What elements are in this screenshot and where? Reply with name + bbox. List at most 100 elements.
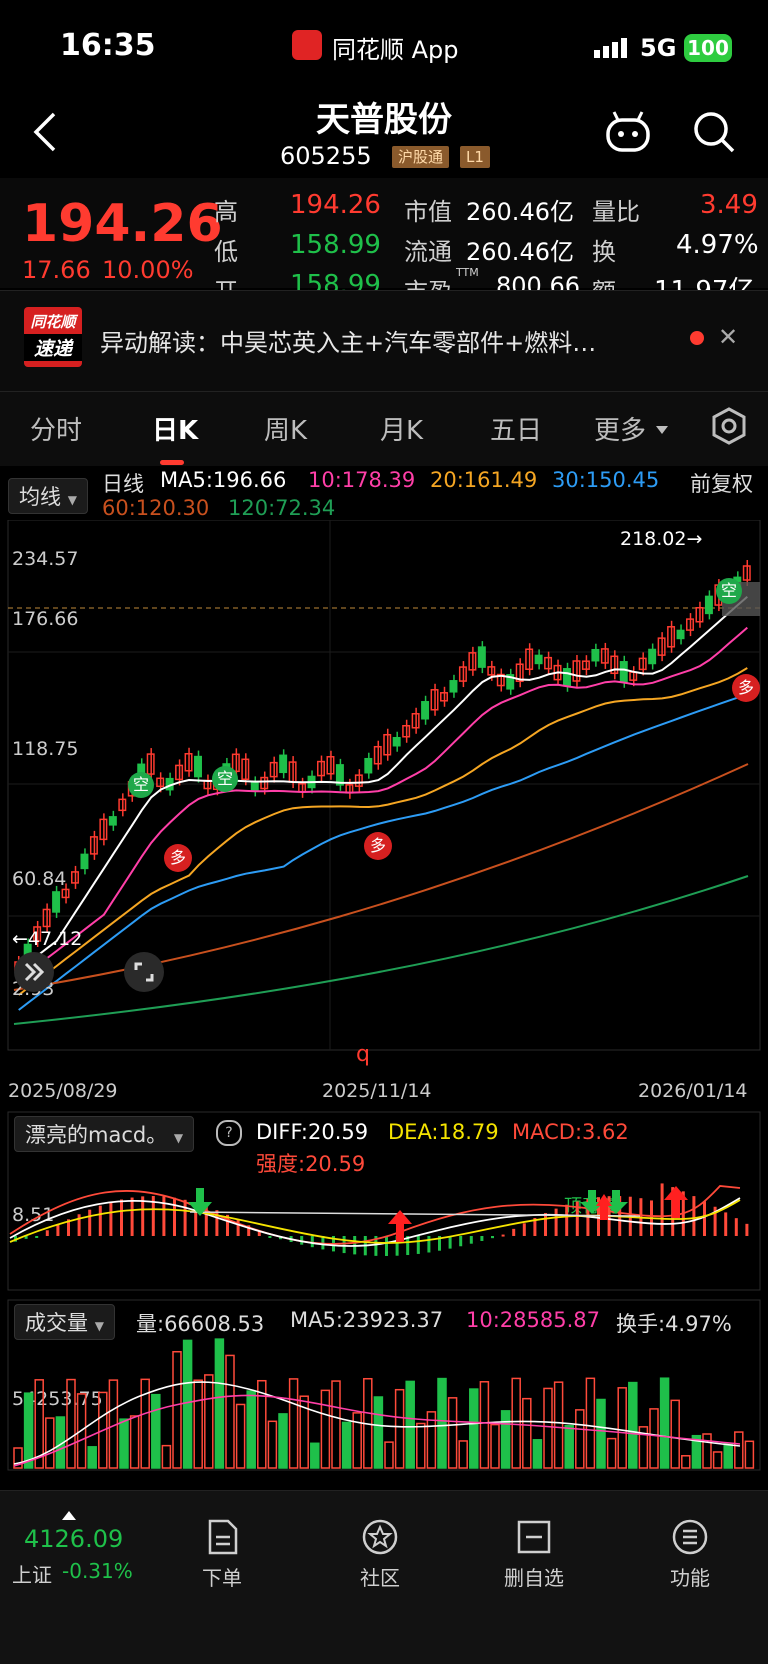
signal-long-2[interactable]: 多	[364, 832, 392, 860]
macd-bar	[703, 1201, 706, 1236]
macd-bar	[745, 1223, 749, 1236]
candle	[80, 853, 89, 870]
macd-bar	[385, 1236, 388, 1256]
macd-bar	[448, 1236, 452, 1249]
macd-bar	[469, 1236, 473, 1244]
quote-panel: 194.26 17.66 10.00% 高 194.26 低 158.99 开 …	[0, 178, 768, 306]
index-pct[interactable]: -0.31%	[62, 1559, 133, 1583]
stock-header: 天普股份 605255 沪股通 L1	[0, 92, 768, 176]
network-label: 5G	[640, 34, 677, 62]
candle	[563, 668, 571, 687]
volume-bar	[511, 1377, 521, 1469]
tab-five-day[interactable]: 五日	[490, 410, 542, 447]
nav-community[interactable]: 社区	[330, 1517, 430, 1591]
volume-chart[interactable]	[0, 1296, 768, 1476]
low-value: 158.99	[290, 230, 381, 260]
close-icon[interactable]: ✕	[718, 323, 738, 351]
macd-bar	[109, 1202, 113, 1236]
macd-chart[interactable]	[0, 1108, 768, 1296]
signal-short-1[interactable]: 空	[128, 772, 154, 798]
news-text[interactable]: 异动解读：中昊芯英入主+汽车零部件+燃料…	[100, 323, 596, 358]
tab-more[interactable]: 更多	[594, 410, 646, 447]
period-tabs: 分时 日K 周K 月K 五日 更多	[0, 392, 768, 466]
macd-bar	[565, 1204, 569, 1236]
macd-bar	[692, 1196, 696, 1236]
volume-bar	[606, 1437, 617, 1469]
volume-bar	[712, 1451, 723, 1469]
volume-bar	[479, 1381, 490, 1469]
candle	[534, 654, 543, 665]
volume-bar	[744, 1440, 755, 1469]
tab-weekly-k[interactable]: 周K	[264, 410, 307, 447]
tab-daily-k[interactable]: 日K	[152, 410, 198, 447]
nav-order[interactable]: 下单	[172, 1517, 272, 1591]
q-marker[interactable]: q	[356, 1042, 370, 1067]
signal-short-2[interactable]: 空	[212, 766, 238, 792]
signal-short-3[interactable]: 空	[716, 578, 742, 604]
ma120-line	[13, 875, 749, 1025]
candle	[364, 757, 373, 774]
float-value: 260.46亿	[466, 238, 574, 266]
macd-bar	[268, 1236, 272, 1238]
macd-bar	[120, 1199, 123, 1236]
index-value[interactable]: 4126.09	[24, 1525, 123, 1553]
macd-bar	[88, 1209, 92, 1236]
bottom-bar: 4126.09 上证 -0.31% 下单 社区 删自选 功能	[0, 1490, 768, 1664]
volume-bar	[320, 1389, 331, 1469]
candle	[392, 736, 401, 747]
macd-bar	[56, 1224, 60, 1236]
search-icon[interactable]	[692, 110, 736, 158]
volume-bar	[469, 1388, 479, 1469]
x-label-3: 2026/01/14	[638, 1080, 748, 1102]
robot-assistant-icon[interactable]	[604, 110, 652, 158]
status-bar: 16:35 同花顺 App 5G 100	[0, 0, 768, 92]
macd-bar	[35, 1236, 39, 1238]
volume-bar	[331, 1380, 341, 1469]
ma-selector-button[interactable]: 均线 ▼	[8, 478, 88, 514]
candle	[194, 755, 202, 778]
news-banner[interactable]: 同花顺 速递 异动解读：中昊芯英入主+汽车零部件+燃料… ✕	[0, 290, 768, 392]
index-up-icon	[62, 1511, 76, 1520]
active-tab-indicator	[160, 460, 184, 465]
volume-bar	[151, 1393, 161, 1469]
status-app-name: 同花顺 App	[332, 36, 459, 64]
nav-remove-watchlist[interactable]: 删自选	[484, 1517, 584, 1591]
tag-hsgt: 沪股通	[392, 146, 450, 168]
volume-bar	[723, 1443, 733, 1469]
volume-bar	[649, 1408, 659, 1469]
macd-bar	[310, 1236, 314, 1248]
kline-chart[interactable]	[0, 520, 768, 1108]
candle	[421, 701, 430, 720]
signal-long-1[interactable]: 多	[164, 844, 192, 872]
volume-bar	[500, 1410, 511, 1469]
volume-ratio-value: 3.49	[700, 190, 758, 220]
volume-bar	[87, 1446, 97, 1469]
volume-bar	[288, 1378, 299, 1469]
chevron-down-icon[interactable]	[656, 426, 668, 434]
fullscreen-icon[interactable]	[124, 952, 164, 992]
volume-ratio-label: 量比	[592, 198, 640, 226]
signal-long-3[interactable]: 多	[732, 674, 760, 702]
index-name[interactable]: 上证	[12, 1559, 52, 1588]
adjust-button[interactable]: 前复权	[690, 468, 753, 498]
y-label-4: 60.84	[12, 868, 67, 890]
volume-bar	[373, 1396, 384, 1469]
macd-bar	[501, 1234, 505, 1237]
candle	[704, 595, 713, 615]
macd-panel: 漂亮的macd。 ▼ ? DIFF:20.59 DEA:18.79 MACD:3…	[0, 1108, 768, 1296]
tab-monthly-k[interactable]: 月K	[380, 410, 423, 447]
expand-left-icon[interactable]	[14, 952, 54, 992]
tag-level: L1	[460, 146, 490, 168]
high-value: 194.26	[290, 190, 381, 220]
volume-bar	[734, 1431, 744, 1469]
macd-bar	[130, 1197, 134, 1236]
high-label: 高	[214, 198, 238, 226]
volume-bar	[119, 1418, 129, 1469]
nav-functions[interactable]: 功能	[640, 1517, 740, 1591]
candle	[52, 891, 61, 913]
y-label-2: 176.66	[12, 608, 79, 630]
tab-intraday[interactable]: 分时	[30, 410, 82, 447]
volume-bar	[161, 1444, 172, 1469]
settings-icon[interactable]	[710, 406, 748, 450]
stock-name: 天普股份	[316, 100, 452, 140]
